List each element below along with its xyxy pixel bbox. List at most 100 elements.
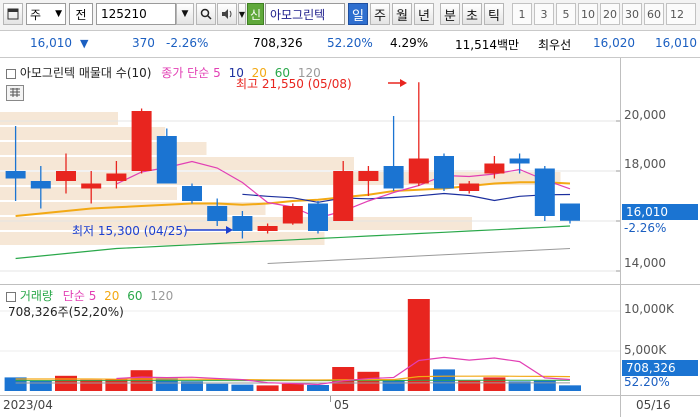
down-arrow-icon: ▼ <box>80 37 88 50</box>
tab-year[interactable]: 년 <box>414 3 434 25</box>
candle-body <box>182 186 202 201</box>
candle-body <box>6 171 26 179</box>
current-volume-marker-value: 708,326 <box>626 361 676 375</box>
candle-body <box>358 171 378 181</box>
legend-handle-icon[interactable] <box>6 69 16 79</box>
tab-week[interactable]: 주 <box>370 3 390 25</box>
current-price-pct-marker: -2.26% <box>624 221 666 235</box>
market-select-label: 주 <box>30 6 41 23</box>
price-tick-18000: 18,000 <box>624 157 666 171</box>
trade-value: 11,514백만 <box>455 36 519 53</box>
volume-bar <box>383 380 405 391</box>
best-ask: 16,010 <box>655 36 697 50</box>
volume-bar <box>332 367 354 391</box>
volume-bar <box>231 385 253 391</box>
high-annotation: 최고 21,550 (05/08) <box>236 75 352 92</box>
tab-tick-label: 틱 <box>488 5 500 24</box>
candle-body <box>560 204 580 221</box>
best-bid: 16,020 <box>593 36 635 50</box>
tab-year-label: 년 <box>418 5 430 24</box>
ma5-legend: 5 <box>213 66 221 80</box>
date-label-current: 05/16 <box>636 398 671 412</box>
volume-current-label: 708,326주(52,20%) <box>8 303 124 320</box>
stock-name-field[interactable]: 아모그린텍 <box>265 3 345 25</box>
interval-label: 5 <box>563 8 570 21</box>
vol-ma20-legend: 20 <box>104 289 119 303</box>
interval-button-30[interactable]: 30 <box>622 3 642 25</box>
market-select[interactable]: 주 ▼ <box>26 3 66 25</box>
speaker-icon[interactable] <box>217 3 237 25</box>
interval-label: 3 <box>541 8 548 21</box>
candle-body <box>81 184 101 189</box>
table-toggle-icon[interactable] <box>6 85 24 101</box>
search-icon[interactable] <box>196 3 216 25</box>
volume-profile-bar <box>0 157 354 170</box>
volume-profile-bar <box>0 172 561 185</box>
candle-body <box>484 164 504 174</box>
interval-button-10[interactable]: 10 <box>578 3 598 25</box>
volume-bar <box>483 377 505 391</box>
candle-body <box>409 159 429 184</box>
stock-code-value: 125210 <box>101 7 147 21</box>
volume-bar <box>357 372 379 391</box>
volume-bar <box>307 385 329 391</box>
ma120-line <box>268 249 570 264</box>
interval-label: 10 <box>581 8 595 21</box>
interval-button-5[interactable]: 5 <box>556 3 576 25</box>
window-icon[interactable] <box>3 3 23 25</box>
price-change-pct: -2.26% <box>166 36 208 50</box>
interval-button-60[interactable]: 60 <box>644 3 664 25</box>
high-arrow-icon <box>400 79 407 87</box>
stock-code-input[interactable]: 125210 <box>96 3 176 25</box>
tab-minute[interactable]: 분 <box>440 3 460 25</box>
tab-day[interactable]: 일 <box>348 3 368 25</box>
volume-ratio: 52.20% <box>327 36 373 50</box>
interval-button-3[interactable]: 3 <box>534 3 554 25</box>
price-legend-title: 아모그린텍 매물대 수(10) <box>20 66 152 80</box>
tab-month[interactable]: 월 <box>392 3 412 25</box>
price-tick-14000: 14,000 <box>624 256 666 270</box>
price-chart-panel[interactable]: 아모그린텍 매물대 수(10) 종가 단순 5 10 20 60 120 최고 … <box>0 58 700 285</box>
speaker-dropdown-icon[interactable]: ▼ <box>238 3 246 25</box>
interval-button-1[interactable]: 1 <box>512 3 532 25</box>
current-volume-marker: 708,326 <box>622 360 698 376</box>
stock-name: 아모그린텍 <box>270 6 325 23</box>
best-quote-label: 최우선 <box>538 36 571 53</box>
date-axis: 2023/04 05 05/16 <box>0 395 700 417</box>
toolbar: 주 ▼ 전 125210 ▼ ▼ 신 아모그린텍 일 주 월 년 분 초 틱 1… <box>0 0 700 31</box>
volume-bar <box>30 381 52 391</box>
tab-tick[interactable]: 틱 <box>484 3 504 25</box>
credit-badge: 신 <box>247 3 264 25</box>
low-annotation: 최저 15,300 (04/25) <box>72 222 188 239</box>
interval-label: 1 <box>519 8 526 21</box>
volume-bar <box>80 380 102 391</box>
candle-body <box>106 174 126 182</box>
candle-body <box>308 204 328 232</box>
date-tick <box>330 396 331 402</box>
legend-handle-icon[interactable] <box>6 292 16 302</box>
volume-bar <box>534 381 556 391</box>
candle-body <box>31 181 51 189</box>
interval-button-20[interactable]: 20 <box>600 3 620 25</box>
volume-bar <box>206 384 228 391</box>
candle-body <box>232 216 252 231</box>
volume-profile-bar <box>0 187 177 200</box>
volume-value: 708,326 <box>253 36 303 50</box>
candle-body <box>207 206 227 221</box>
date-axis-separator <box>620 396 621 417</box>
period-type-select[interactable]: 전 <box>69 3 93 25</box>
turnover-rate: 4.29% <box>390 36 428 50</box>
date-label-may: 05 <box>334 398 349 412</box>
interval-label: 12 <box>670 8 684 21</box>
volume-chart-panel[interactable]: 거래량 단순 5 20 60 120 708,326주(52,20%) 10,0… <box>0 285 700 395</box>
candle-body <box>510 159 530 164</box>
candle-body <box>132 111 152 171</box>
price-tick-20000: 20,000 <box>624 108 666 122</box>
tab-second[interactable]: 초 <box>462 3 482 25</box>
tab-month-label: 월 <box>396 5 408 24</box>
price-info-bar: 16,010 ▼ 370 -2.26% 708,326 52.20% 4.29%… <box>0 31 700 58</box>
volume-legend: 거래량 단순 5 20 60 120 <box>6 287 173 304</box>
code-dropdown-button[interactable]: ▼ <box>176 3 194 25</box>
interval-button-12[interactable]: 12 <box>666 3 696 25</box>
candle-body <box>434 156 454 189</box>
